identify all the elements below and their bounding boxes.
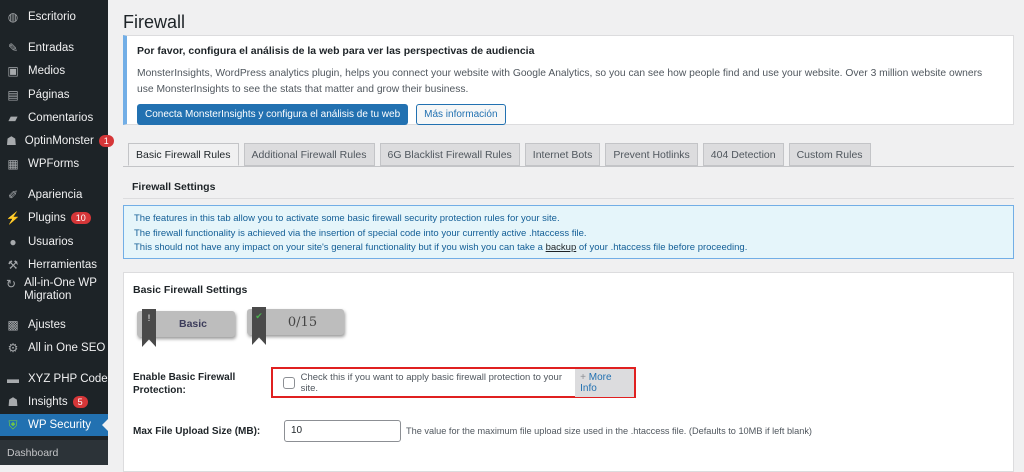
admin-sidebar: ◍ Escritorio ✎ Entradas ▣ Medios ▤ Páginas ▰ Come… <box>0 0 114 465</box>
wrench-icon: ⚒ <box>7 258 19 272</box>
security-level-badge: ! Basic <box>137 309 235 347</box>
php-icon: ▬ <box>7 372 19 386</box>
basic-firewall-panel: Basic Firewall Settings ! Basic ✔ 0/15 E… <box>123 272 1014 472</box>
insights-icon: ☗ <box>7 395 19 409</box>
notification-badge: 1 <box>98 135 114 147</box>
user-icon: ● <box>9 235 17 249</box>
sidebar-item-label: OptinMonster <box>24 135 94 147</box>
upload-description: The value for the maximum file upload si… <box>406 426 812 436</box>
sidebar-item-label: Plugins <box>28 212 66 224</box>
panel-title: Basic Firewall Settings <box>133 284 248 296</box>
sidebar-item-apariencia[interactable]: ✐ Apariencia <box>0 184 108 206</box>
info-line-3a: This should not have any impact on your … <box>134 242 546 253</box>
tab-custom-rules[interactable]: Custom Rules <box>788 143 871 166</box>
sidebar-item-herramientas[interactable]: ⚒ Herramientas <box>0 254 108 276</box>
section-title: Firewall Settings <box>132 181 216 193</box>
ribbon-check-icon: ✔ <box>252 307 266 345</box>
sidebar-item-label: Usuarios <box>28 236 74 248</box>
sidebar-item-label: Páginas <box>28 89 70 101</box>
sidebar-item-medios[interactable]: ▣ Medios <box>0 60 108 82</box>
forms-icon: ▦ <box>7 157 19 171</box>
sidebar-item-label: Entradas <box>28 42 75 54</box>
more-info-button[interactable]: + More Info <box>575 368 634 397</box>
sidebar-item-label: WP Security <box>28 419 92 431</box>
sidebar-item-label: Comentarios <box>28 112 94 124</box>
comment-icon: ▰ <box>8 111 18 125</box>
page-title: Firewall <box>123 12 186 32</box>
tab-6g-blacklist-firewall-rules[interactable]: 6G Blacklist Firewall Rules <box>379 143 520 166</box>
sidebar-item-label: All in One SEO <box>28 342 106 354</box>
info-line-1: The features in this tab allow you to ac… <box>134 213 560 224</box>
brush-icon: ✐ <box>7 188 19 202</box>
tabs-divider <box>123 166 1014 167</box>
submenu-dashboard[interactable]: Dashboard <box>0 440 108 465</box>
sidebar-item-label: All-in-One WP Migration <box>24 277 97 302</box>
plus-icon: + <box>580 371 586 383</box>
media-icon: ▣ <box>7 64 19 78</box>
sidebar-item-p-ginas[interactable]: ▤ Páginas <box>0 84 108 106</box>
enable-firewall-checkbox[interactable] <box>283 376 295 389</box>
info-box: The features in this tab allow you to ac… <box>123 205 1014 259</box>
sidebar-item-entradas[interactable]: ✎ Entradas <box>0 37 108 59</box>
sidebar-item-ajustes[interactable]: ▩ Ajustes <box>0 314 108 336</box>
sidebar-item-wpforms[interactable]: ▦ WPForms <box>0 153 108 175</box>
pin-icon: ✎ <box>7 41 19 55</box>
sidebar-item-label: Ajustes <box>28 319 66 331</box>
monsterinsights-notice: Por favor, configura el análisis de la w… <box>123 35 1014 125</box>
sidebar-item-all-in-one-seo[interactable]: ⚙ All in One SEO <box>0 337 108 359</box>
sidebar-item-xyz-php-code[interactable]: ▬ XYZ PHP Code <box>0 368 108 390</box>
shield-icon: ⛨ <box>8 417 18 432</box>
score-text: 0/15 <box>287 314 318 330</box>
sidebar-item-label: Medios <box>28 65 66 77</box>
sidebar-item-all-in-one-wp-migration[interactable]: ↻ All-in-One WP Migration <box>0 277 108 307</box>
pages-icon: ▤ <box>7 88 19 102</box>
max-upload-size-input[interactable]: 10 <box>284 420 401 442</box>
sidebar-item-usuarios[interactable]: ● Usuarios <box>0 231 108 253</box>
notice-title: Por favor, configura el análisis de la w… <box>137 45 535 57</box>
sidebar-item-insights[interactable]: ☗ Insights 5 <box>0 391 108 413</box>
security-score-badge: ✔ 0/15 <box>247 307 344 345</box>
sidebar-item-label: Apariencia <box>28 189 83 201</box>
more-information-button[interactable]: Más información <box>416 104 506 125</box>
sidebar-item-label: WPForms <box>28 158 80 170</box>
seo-icon: ⚙ <box>7 341 19 355</box>
sidebar-item-optinmonster[interactable]: ☗ OptinMonster 1 <box>0 130 114 152</box>
sidebar-item-label: Escritorio <box>28 11 76 23</box>
notice-body: MonsterInsights, WordPress analytics plu… <box>137 68 983 95</box>
highlight-box: Check this if you want to apply basic fi… <box>271 367 636 398</box>
sidebar-item-label: Herramientas <box>28 259 98 271</box>
connect-monsterinsights-button[interactable]: Conecta MonsterInsights y configura el a… <box>137 104 409 125</box>
ribbon-shield-icon: ! <box>142 309 156 347</box>
sidebar-item-escritorio[interactable]: ◍ Escritorio <box>0 6 108 28</box>
tab-basic-firewall-rules[interactable]: Basic Firewall Rules <box>128 143 239 166</box>
sidebar-item-plugins[interactable]: ⚡ Plugins 10 <box>0 207 108 229</box>
tab-404-detection[interactable]: 404 Detection <box>702 143 784 166</box>
section-divider <box>123 198 1014 199</box>
tab-additional-firewall-rules[interactable]: Additional Firewall Rules <box>243 143 375 166</box>
level-text: Basic <box>178 318 208 330</box>
tab-internet-bots[interactable]: Internet Bots <box>524 143 601 166</box>
monster-icon: ☗ <box>6 134 17 148</box>
sidebar-item-label: XYZ PHP Code <box>28 373 108 385</box>
tab-prevent-hotlinks[interactable]: Prevent Hotlinks <box>605 143 698 166</box>
upload-label: Max File Upload Size (MB): <box>133 426 261 437</box>
firewall-tabs: Basic Firewall Rules Additional Firewall … <box>128 143 871 166</box>
sidebar-item-wp-security[interactable]: ⛨ WP Security <box>0 414 108 436</box>
enable-label: Enable Basic Firewall Protection: <box>133 372 236 396</box>
settings-icon: ▩ <box>7 318 19 332</box>
backup-link[interactable]: backup <box>546 242 577 253</box>
migration-icon: ↻ <box>6 276 17 291</box>
sidebar-item-label: Insights <box>28 396 68 408</box>
notification-badge: 10 <box>70 212 91 224</box>
sidebar-item-comentarios[interactable]: ▰ Comentarios <box>0 107 108 129</box>
plugin-icon: ⚡ <box>5 211 21 225</box>
enable-description: Check this if you want to apply basic fi… <box>300 371 562 394</box>
dashboard-icon: ◍ <box>7 10 19 24</box>
info-line-2: The firewall functionality is achieved v… <box>134 227 587 239</box>
info-line-3b: of your .htaccess file before proceeding… <box>576 242 748 253</box>
notification-badge: 5 <box>72 396 88 408</box>
